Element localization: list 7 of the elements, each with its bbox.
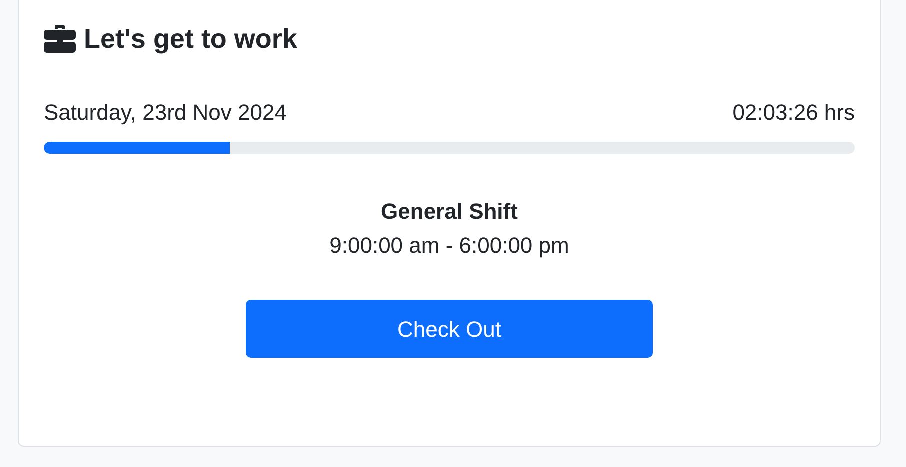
card-title: Let's get to work <box>84 23 298 56</box>
shift-name: General Shift <box>381 198 518 226</box>
shift-hours: 9:00:00 am - 6:00:00 pm <box>330 232 570 260</box>
date-text: Saturday, 23rd Nov 2024 <box>44 99 287 127</box>
briefcase-icon <box>44 25 76 53</box>
elapsed-time: 02:03:26 hrs <box>732 99 855 127</box>
check-out-button[interactable]: Check Out <box>246 300 653 358</box>
